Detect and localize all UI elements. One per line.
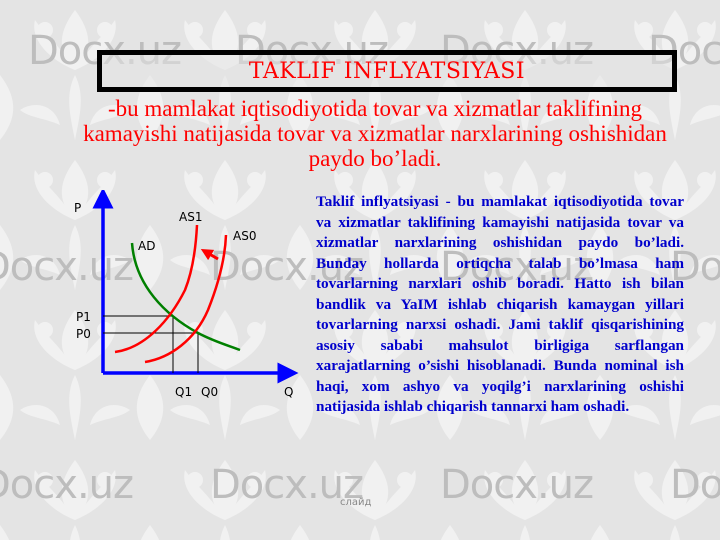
as0-curve [144, 234, 228, 364]
slide-label: слайд [340, 497, 372, 508]
y-axis-label: P [74, 201, 81, 215]
x-axis-label: Q [284, 385, 293, 399]
as1-label: AS1 [179, 210, 202, 224]
p1-label: P1 [76, 310, 91, 324]
title-box: TAKLIF INFLYATSIYASI [97, 50, 677, 92]
p0-label: P0 [76, 327, 91, 341]
body-paragraph: Taklif inflyatsiyasi - bu mamlakat iqtis… [316, 193, 684, 415]
slide-title: TAKLIF INFLYATSIYASI [248, 58, 526, 84]
slide-subtitle: -bu mamlakat iqtisodiyotida tovar va xiz… [83, 96, 667, 171]
shift-arrow [200, 248, 219, 261]
supply-demand-diagram: P Q AS1 AS0 AD P1 P0 Q1 Q0 [74, 190, 299, 399]
as0-label: AS0 [233, 229, 256, 243]
q1-label: Q1 [175, 385, 192, 399]
q0-label: Q0 [201, 385, 218, 399]
ad-label: AD [138, 239, 155, 253]
